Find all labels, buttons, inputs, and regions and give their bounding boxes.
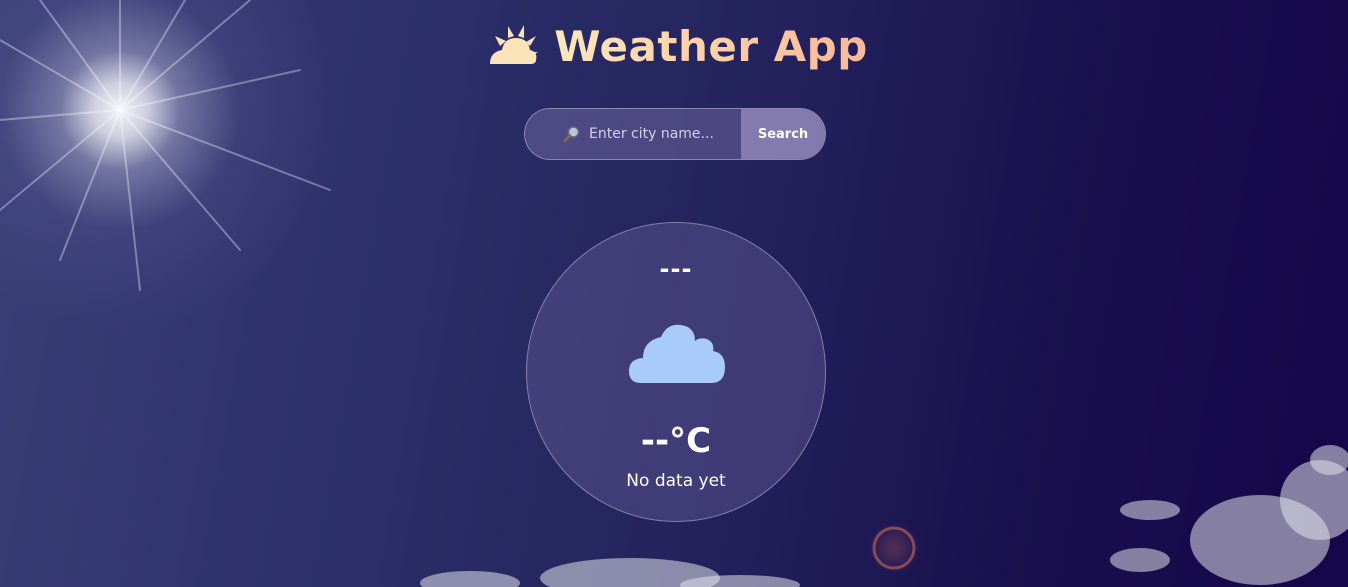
weather-card: --- --°C No data yet bbox=[526, 222, 826, 522]
search-bar: Search bbox=[524, 108, 826, 160]
sun-behind-cloud-icon bbox=[490, 25, 539, 64]
temperature-value: --°C bbox=[640, 421, 712, 461]
magnifier-icon bbox=[563, 126, 580, 142]
city-search-input[interactable] bbox=[589, 126, 729, 142]
weather-description: No data yet bbox=[626, 471, 726, 491]
app-header: Weather App bbox=[0, 18, 1348, 76]
page-title: Weather App bbox=[554, 18, 868, 76]
city-name: --- bbox=[659, 255, 693, 283]
cloud-icon bbox=[629, 324, 725, 383]
search-field[interactable] bbox=[525, 109, 741, 159]
search-button[interactable]: Search bbox=[741, 109, 825, 159]
